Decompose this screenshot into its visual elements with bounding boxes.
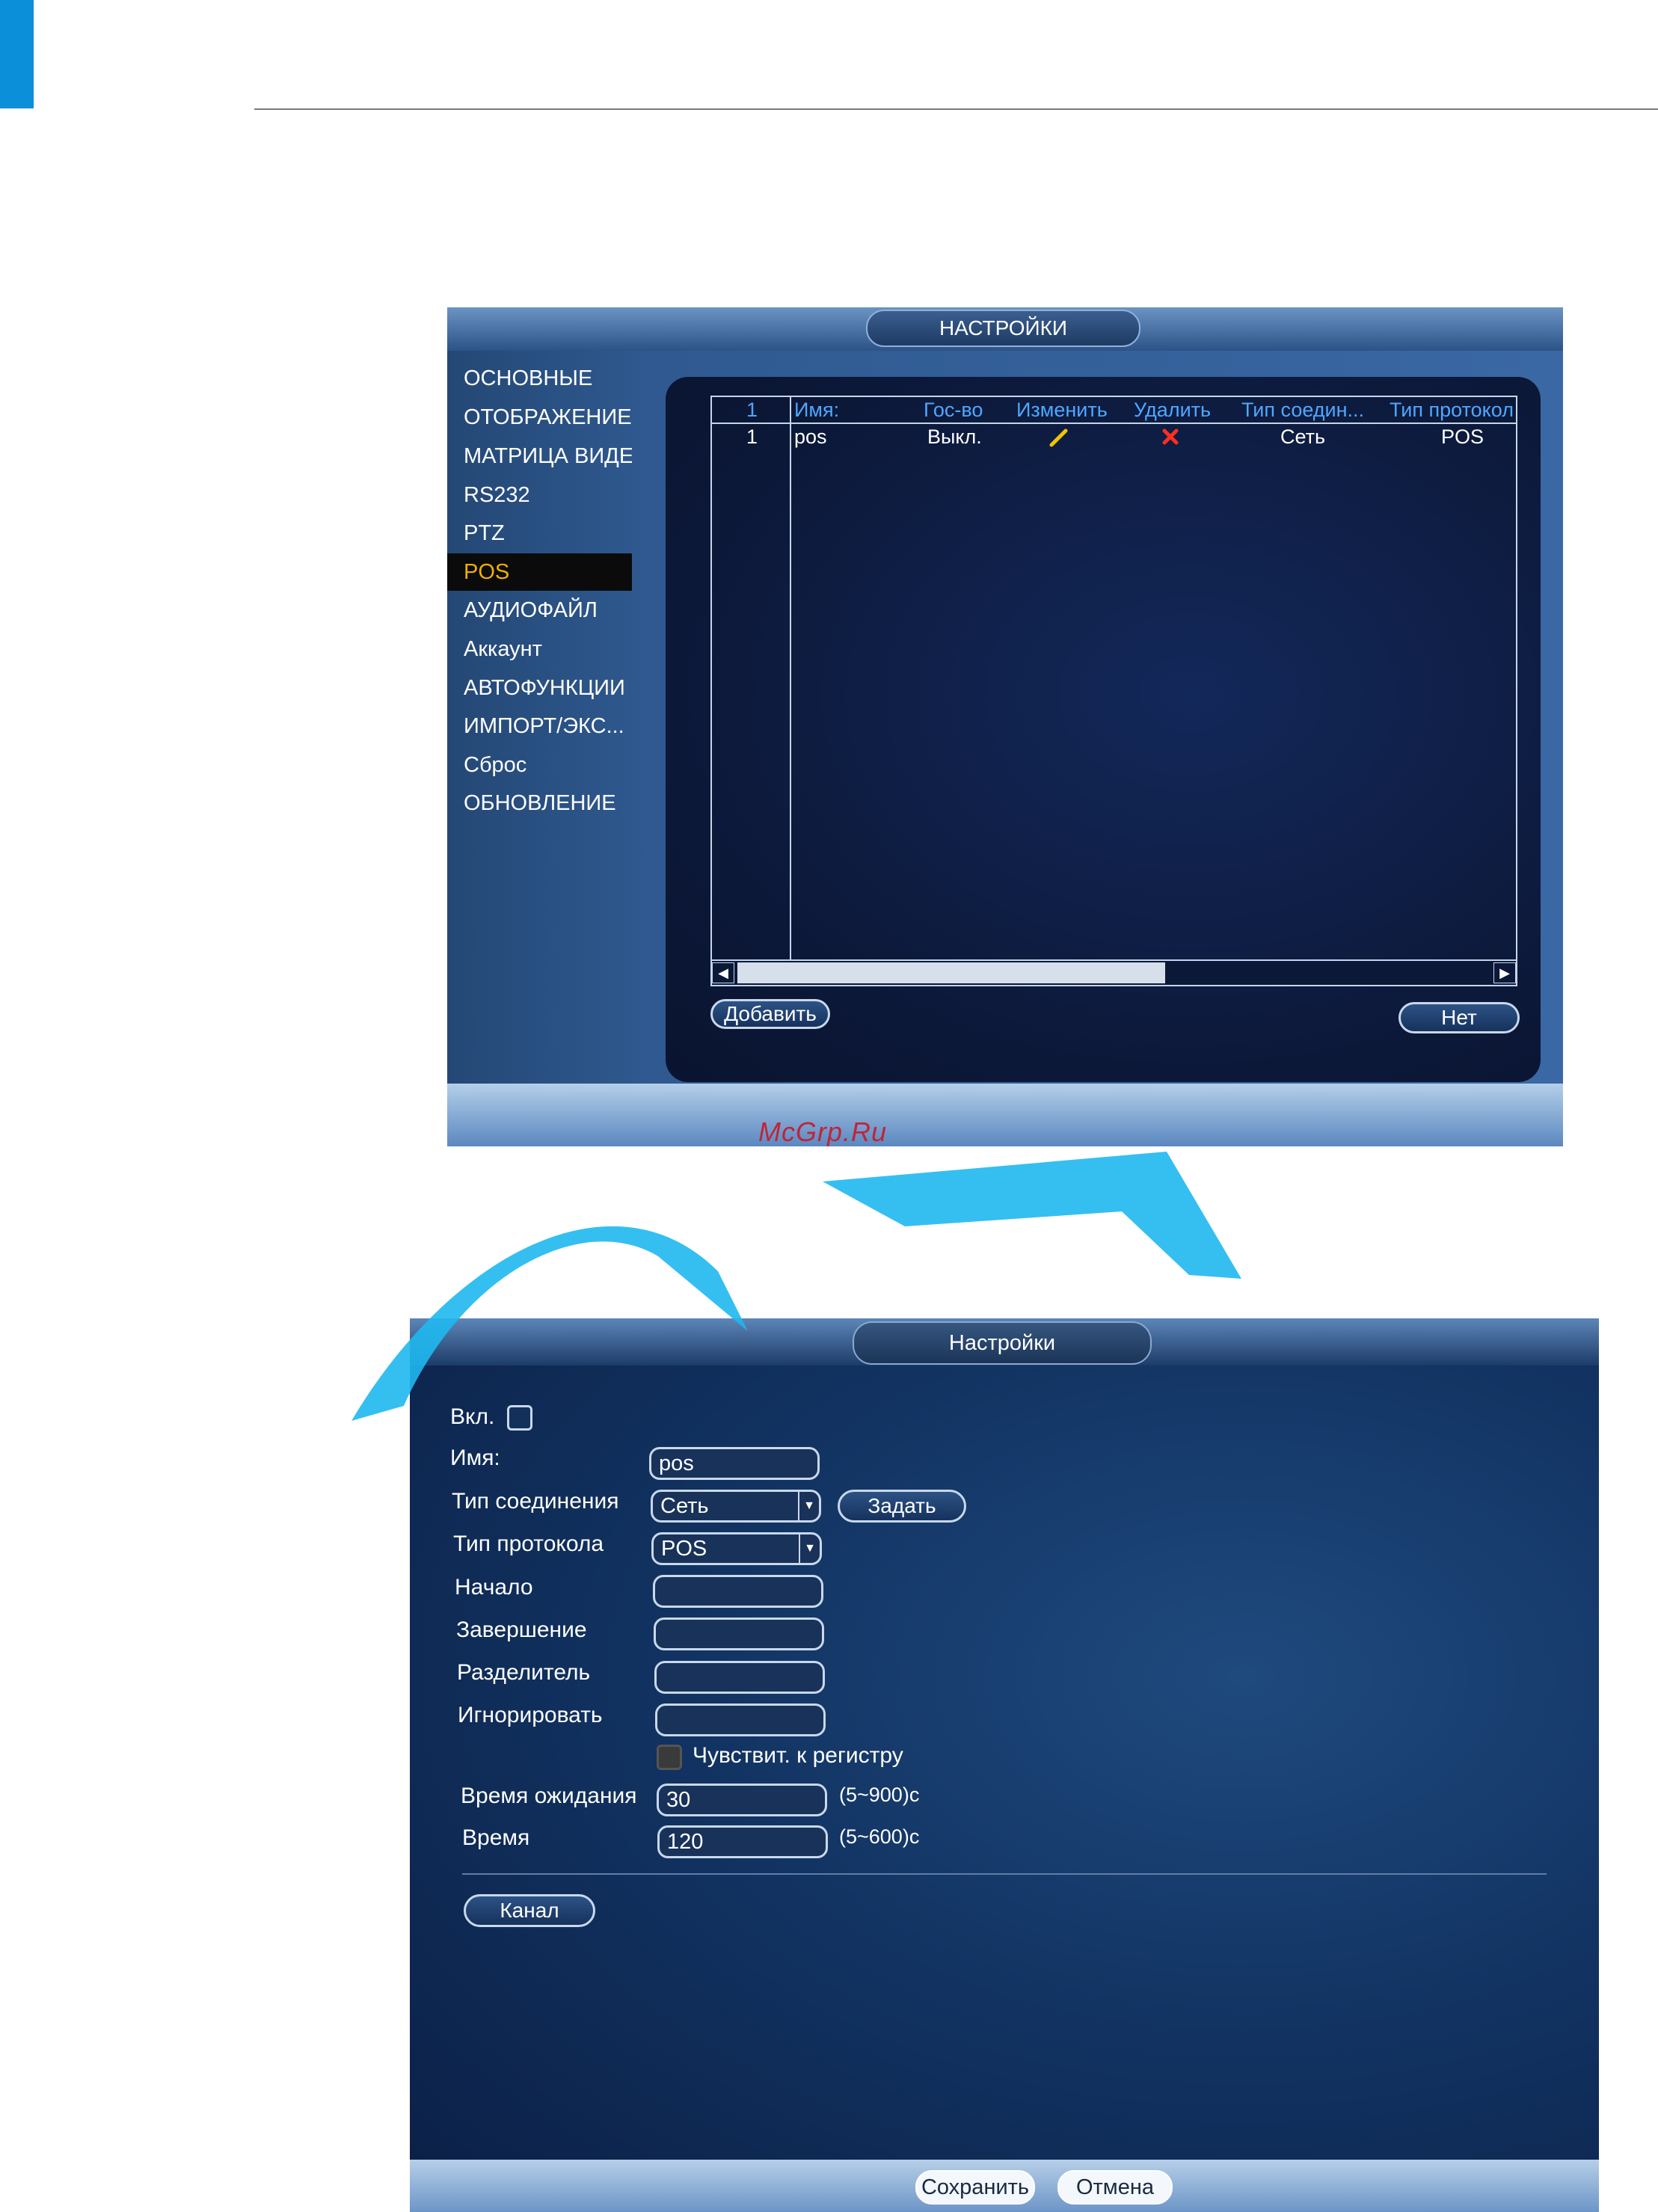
content-area: 1 Имя: Гос-во Изменить Удалить Тип соеди… — [651, 351, 1563, 1091]
dropdown-arrow-icon[interactable]: ▼ — [799, 1534, 820, 1563]
row-state: Выкл. — [927, 425, 982, 448]
time-field[interactable]: 120 — [657, 1825, 828, 1858]
title-bar: Настройки — [410, 1318, 1599, 1365]
edit-pencil-icon[interactable] — [1048, 427, 1069, 448]
enable-checkbox[interactable] — [507, 1405, 532, 1431]
cancel-button[interactable]: Отмена — [1057, 2170, 1173, 2205]
timeout-label: Время ожидания — [461, 1784, 637, 1808]
case-sensitive-checkbox[interactable] — [657, 1745, 682, 1770]
name-field[interactable]: pos — [649, 1447, 820, 1480]
start-label: Начало — [455, 1575, 533, 1600]
delete-x-icon[interactable] — [1161, 427, 1180, 446]
menu-item-rs232[interactable]: RS232 — [447, 476, 632, 514]
separator-label: Разделитель — [457, 1660, 591, 1685]
menu-item-video-matrix[interactable]: МАТРИЦА ВИДЕ — [447, 437, 632, 475]
time-range-hint: (5~600)с — [839, 1825, 920, 1848]
protocol-type-value: POS — [661, 1536, 707, 1561]
column-header-connection-type: Тип соедин... — [1241, 399, 1365, 421]
menu-item-general[interactable]: ОСНОВНЫЕ — [447, 360, 632, 397]
timeout-field[interactable]: 30 — [657, 1784, 827, 1816]
menu-item-audio-file[interactable]: АУДИОФАЙЛ — [447, 592, 632, 629]
end-field[interactable] — [654, 1617, 824, 1650]
pos-panel: 1 Имя: Гос-во Изменить Удалить Тип соеди… — [666, 377, 1541, 1082]
window-title: НАСТРОЙКИ — [866, 310, 1140, 347]
settings-sidebar: ОСНОВНЫЕ ОТОБРАЖЕНИЕ МАТРИЦА ВИДЕ RS232 … — [447, 351, 651, 1091]
bottom-bar: Сохранить Отмена — [410, 2160, 1599, 2212]
header-separator — [712, 423, 1516, 424]
pos-table: 1 Имя: Гос-во Изменить Удалить Тип соеди… — [710, 396, 1517, 986]
channel-button[interactable]: Канал — [464, 1894, 595, 1927]
start-field[interactable] — [653, 1575, 823, 1608]
row-protocol-type: POS — [1441, 425, 1484, 448]
section-divider — [462, 1873, 1547, 1875]
row-name: pos — [794, 425, 827, 448]
separator-field[interactable] — [654, 1661, 825, 1694]
column-header-name: Имя: — [794, 399, 840, 421]
scroll-right-icon[interactable]: ▶ — [1493, 962, 1516, 983]
bottom-bar: McGrp.Ru — [447, 1084, 1563, 1146]
menu-item-reset[interactable]: Сброс — [447, 746, 632, 784]
column-header-delete: Удалить — [1134, 399, 1212, 421]
scrollbar-thumb[interactable] — [737, 962, 1165, 983]
ignore-field[interactable] — [655, 1703, 826, 1736]
menu-item-auto-functions[interactable]: АВТОФУНКЦИИ — [447, 669, 632, 707]
ignore-label: Игнорировать — [458, 1703, 603, 1727]
case-sensitive-label: Чувствит. к регистру — [693, 1743, 903, 1768]
horizontal-scrollbar[interactable]: ◀ ▶ — [712, 959, 1516, 985]
column-separator — [790, 397, 791, 962]
timeout-range-hint: (5~900)с — [839, 1784, 920, 1806]
menu-item-pos[interactable]: POS — [447, 553, 632, 591]
connection-type-label: Тип соединения — [452, 1489, 619, 1514]
dropdown-arrow-icon[interactable]: ▼ — [798, 1492, 819, 1520]
column-header-protocol-type: Тип протокол — [1390, 399, 1514, 421]
title-bar: НАСТРОЙКИ — [447, 307, 1563, 351]
menu-item-update[interactable]: ОБНОВЛЕНИЕ — [447, 784, 632, 822]
menu-item-display[interactable]: ОТОБРАЖЕНИЕ — [447, 399, 632, 436]
row-number: 1 — [746, 425, 758, 448]
connection-type-select[interactable]: Сеть ▼ — [651, 1490, 821, 1523]
pos-list-screenshot: НАСТРОЙКИ ОСНОВНЫЕ ОТОБРАЖЕНИЕ МАТРИЦА В… — [447, 307, 1563, 1146]
site-watermark: McGrp.Ru — [758, 1116, 888, 1146]
column-header-edit: Изменить — [1016, 399, 1108, 421]
column-header-number: 1 — [746, 399, 758, 421]
name-label: Имя: — [450, 1446, 500, 1470]
page-accent-bar — [0, 0, 34, 108]
header-divider — [254, 108, 1658, 110]
pos-settings-screenshot: Настройки Вкл. Имя: pos Тип соединения С… — [410, 1318, 1599, 2212]
time-label: Время — [462, 1825, 530, 1850]
set-button[interactable]: Задать — [838, 1490, 966, 1523]
column-header-state: Гос-во — [924, 399, 983, 421]
no-button[interactable]: Нет — [1398, 1002, 1520, 1033]
protocol-type-label: Тип протокола — [453, 1531, 604, 1556]
row-connection-type: Сеть — [1280, 425, 1326, 448]
window-title: Настройки — [853, 1321, 1152, 1365]
add-button[interactable]: Добавить — [710, 999, 830, 1029]
menu-item-import-export[interactable]: ИМПОРТ/ЭКС... — [447, 707, 632, 745]
enable-label: Вкл. — [450, 1404, 495, 1429]
scroll-left-icon[interactable]: ◀ — [712, 962, 734, 983]
end-label: Завершение — [456, 1617, 587, 1642]
save-button[interactable]: Сохранить — [915, 2170, 1035, 2205]
connection-type-value: Сеть — [660, 1493, 709, 1518]
menu-item-ptz[interactable]: PTZ — [447, 514, 632, 552]
protocol-type-select[interactable]: POS ▼ — [651, 1532, 822, 1565]
menu-item-account[interactable]: Аккаунт — [447, 630, 632, 668]
